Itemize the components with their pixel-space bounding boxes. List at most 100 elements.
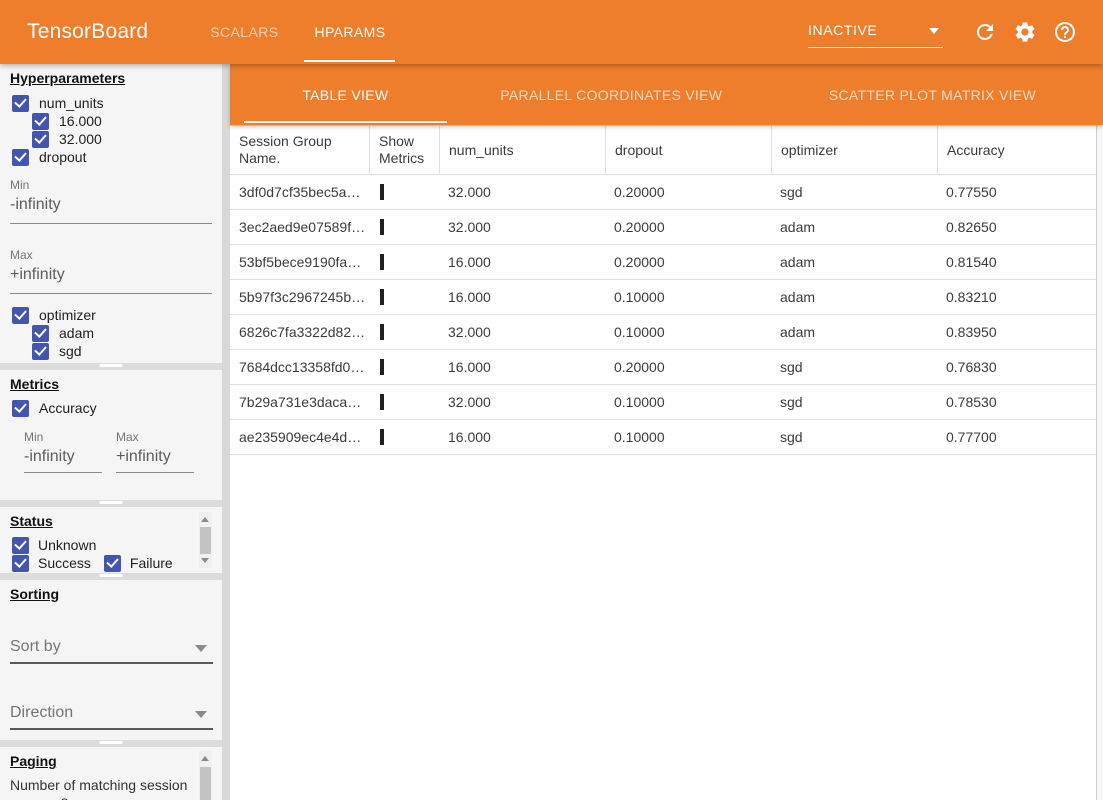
tab-scalars[interactable]: SCALARS [192, 0, 296, 64]
session-group-name-cell: 6826c7fa3322d82… [230, 324, 369, 340]
dropout-max-input[interactable] [10, 266, 212, 284]
scroll-down-icon[interactable] [201, 558, 209, 563]
num-units-cell: 32.000 [439, 394, 605, 410]
dropout-min-input[interactable] [10, 196, 212, 214]
tab-hparams[interactable]: HPARAMS [296, 0, 403, 64]
show-metrics-checkbox[interactable] [380, 429, 384, 445]
refresh-button[interactable] [973, 20, 997, 44]
accuracy-checkbox[interactable] [12, 400, 29, 417]
dropout-cell: 0.10000 [605, 429, 771, 445]
scrollbar-thumb[interactable] [200, 767, 211, 800]
status-dropdown[interactable]: INACTIVE [808, 16, 943, 48]
optimizer-adam-checkbox[interactable] [32, 325, 49, 342]
resize-handle[interactable] [0, 500, 222, 507]
table-row: 53bf5bece9190fa… 16.000 0.20000 adam 0.8… [230, 245, 1096, 280]
min-label: Min [10, 178, 212, 192]
session-group-name-cell: 3ec2aed9e07589f… [230, 219, 369, 235]
status-heading: Status [10, 513, 222, 529]
main-scrollbar-track[interactable] [1096, 125, 1103, 800]
status-failure-checkbox[interactable] [104, 555, 121, 572]
dropout-label: dropout [39, 149, 86, 165]
status-unknown-label: Unknown [38, 537, 96, 553]
session-group-name-cell: ae235909ec4e4d… [230, 429, 369, 445]
optimizer-cell: adam [771, 219, 937, 235]
max-label: Max [116, 430, 194, 444]
session-group-name-cell: 7b29a731e3daca… [230, 394, 369, 410]
num-units-cell: 16.000 [439, 359, 605, 375]
dropout-cell: 0.10000 [605, 394, 771, 410]
direction-dropdown[interactable]: Direction [10, 704, 213, 730]
scroll-up-icon[interactable] [201, 756, 209, 761]
panel-hyperparameters: Hyperparameters num_units 16.000 32.000 … [0, 64, 222, 363]
sort-by-dropdown[interactable]: Sort by [10, 638, 213, 664]
accuracy-cell: 0.83210 [937, 289, 1096, 305]
chevron-down-icon [195, 711, 207, 718]
app-title: TensorBoard [27, 20, 148, 44]
panel-sorting: Sorting Sort by Direction [0, 580, 222, 740]
min-label: Min [24, 430, 102, 444]
num-units-16-checkbox[interactable] [32, 113, 49, 130]
show-metrics-checkbox[interactable] [380, 254, 384, 270]
status-success-checkbox[interactable] [12, 555, 29, 572]
scroll-up-icon[interactable] [201, 517, 209, 522]
refresh-icon [973, 20, 997, 44]
dropout-cell: 0.10000 [605, 289, 771, 305]
accuracy-max-input[interactable] [116, 448, 194, 466]
tab-table-view[interactable]: TABLE VIEW [244, 64, 447, 125]
metrics-heading: Metrics [10, 376, 222, 392]
optimizer-cell: sgd [771, 359, 937, 375]
dropout-cell: 0.20000 [605, 184, 771, 200]
session-group-name-cell: 53bf5bece9190fa… [230, 254, 369, 270]
num-units-option-row: 16.000 [0, 112, 222, 130]
optimizer-cell: sgd [771, 394, 937, 410]
dropout-cell: 0.20000 [605, 219, 771, 235]
metric-accuracy-row: Accuracy [0, 399, 222, 417]
app-header: TensorBoard SCALARS HPARAMS INACTIVE [0, 0, 1103, 64]
session-group-name-cell: 5b97f3c2967245b… [230, 289, 369, 305]
dropout-cell: 0.20000 [605, 359, 771, 375]
dropout-max-field: Max [10, 248, 212, 294]
accuracy-min-input[interactable] [24, 448, 102, 466]
table-header-row: Session Group Name. Show Metrics num_uni… [230, 125, 1096, 175]
table-row: 5b97f3c2967245b… 16.000 0.10000 adam 0.8… [230, 280, 1096, 315]
session-group-name-cell: 3df0d7cf35bec5a… [230, 184, 369, 200]
num-units-cell: 16.000 [439, 254, 605, 270]
status-scrollbar[interactable] [199, 512, 212, 568]
show-metrics-checkbox[interactable] [380, 394, 384, 410]
optimizer-adam-label: adam [59, 325, 94, 341]
tab-scatter-plot-matrix-view[interactable]: SCATTER PLOT MATRIX VIEW [776, 64, 1089, 125]
sidebar: Hyperparameters num_units 16.000 32.000 … [0, 64, 230, 800]
show-metrics-checkbox[interactable] [380, 359, 384, 375]
num-units-cell: 32.000 [439, 324, 605, 340]
show-metrics-checkbox[interactable] [380, 324, 384, 340]
dropout-min-field: Min [10, 178, 212, 224]
num-units-32-checkbox[interactable] [32, 131, 49, 148]
resize-handle[interactable] [0, 363, 222, 370]
show-metrics-checkbox[interactable] [380, 289, 384, 305]
tab-parallel-coordinates-view[interactable]: PARALLEL COORDINATES VIEW [447, 64, 776, 125]
settings-button[interactable] [1013, 20, 1037, 44]
table-row: 7b29a731e3daca… 32.000 0.10000 sgd 0.785… [230, 385, 1096, 420]
optimizer-cell: adam [771, 324, 937, 340]
optimizer-checkbox[interactable] [12, 307, 29, 324]
scrollbar-thumb[interactable] [200, 527, 211, 554]
help-button[interactable] [1053, 20, 1077, 44]
num-units-cell: 16.000 [439, 429, 605, 445]
show-metrics-checkbox[interactable] [380, 219, 384, 235]
dropout-checkbox[interactable] [12, 149, 29, 166]
col-optimizer: optimizer [771, 126, 937, 174]
show-metrics-checkbox[interactable] [380, 184, 384, 200]
resize-handle[interactable] [0, 740, 222, 747]
num-units-checkbox[interactable] [12, 95, 29, 112]
optimizer-cell: sgd [771, 429, 937, 445]
paging-scrollbar[interactable] [199, 751, 212, 800]
status-unknown-checkbox[interactable] [12, 537, 29, 554]
table-row: 3ec2aed9e07589f… 32.000 0.20000 adam 0.8… [230, 210, 1096, 245]
header-actions: INACTIVE [808, 16, 1077, 48]
hparam-num-units-row: num_units [0, 94, 222, 112]
optimizer-sgd-checkbox[interactable] [32, 343, 49, 360]
accuracy-cell: 0.78530 [937, 394, 1096, 410]
accuracy-cell: 0.76830 [937, 359, 1096, 375]
accuracy-label: Accuracy [39, 400, 97, 416]
resize-handle[interactable] [0, 573, 222, 580]
